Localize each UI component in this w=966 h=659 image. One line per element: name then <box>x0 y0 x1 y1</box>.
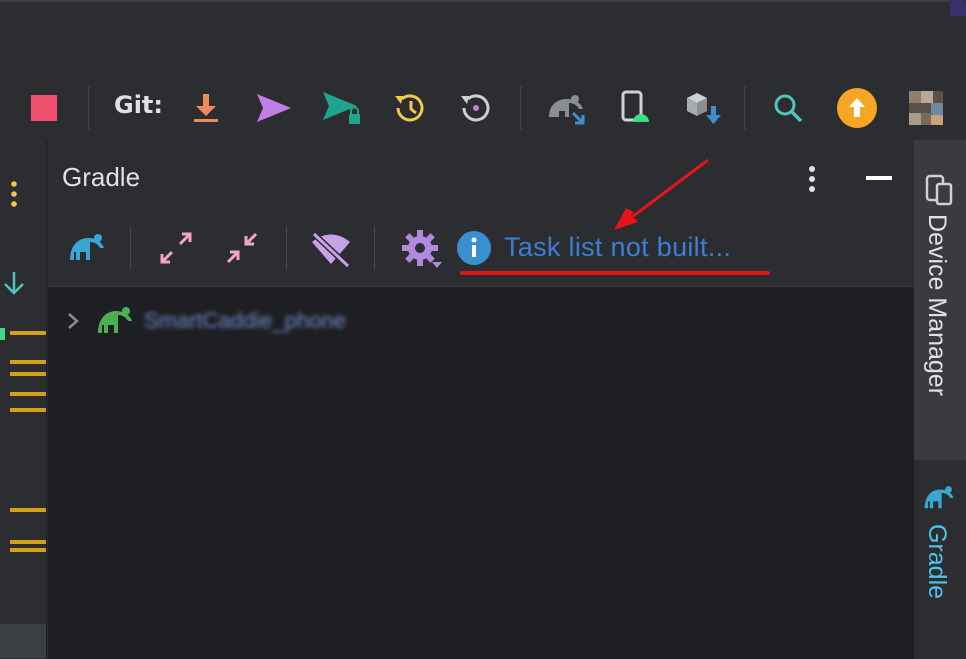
bookmarks-gutter <box>0 181 46 552</box>
tree-row-project[interactable]: SmartCaddie_phone <box>62 305 346 337</box>
git-push-icon <box>257 94 291 122</box>
toolbar-separator <box>130 226 131 270</box>
gradle-sync-icon <box>549 95 585 125</box>
expand-all-button[interactable] <box>158 230 194 270</box>
bookmark-line <box>10 508 46 512</box>
annotation-underline <box>460 271 770 275</box>
stop-button[interactable] <box>28 88 60 128</box>
device-manager-icon <box>925 174 953 206</box>
search-button[interactable] <box>770 88 806 128</box>
gradle-tab-label: Gradle <box>923 524 951 600</box>
search-icon <box>774 94 803 123</box>
bookmark-line <box>10 331 46 335</box>
gradle-project-icon <box>98 307 132 333</box>
toolbar-separator <box>520 86 521 130</box>
history-button[interactable] <box>390 88 430 128</box>
gear-icon <box>402 230 442 268</box>
gradle-sync-button[interactable] <box>544 88 590 128</box>
git-push-locked-icon <box>323 92 360 124</box>
window-edge <box>0 0 952 2</box>
scroll-down-icon <box>4 272 24 295</box>
minimize-icon <box>866 176 892 180</box>
project-name: SmartCaddie_phone <box>144 308 346 333</box>
bookmark-line <box>10 360 46 364</box>
more-dot <box>11 191 17 197</box>
stop-icon <box>31 95 57 121</box>
panel-title: Gradle <box>62 162 141 192</box>
bookmark-line <box>10 408 46 412</box>
more-vertical-icon <box>809 166 815 192</box>
gradle-tab[interactable]: Gradle <box>914 470 966 658</box>
sdk-manager-button[interactable] <box>682 88 724 128</box>
annotation-arrow <box>614 158 709 230</box>
expand-all-icon <box>160 232 192 264</box>
main-toolbar: Git: <box>0 76 966 140</box>
bookmark-line <box>10 372 46 376</box>
chevron-right-icon[interactable] <box>62 310 84 332</box>
update-icon <box>837 88 877 128</box>
gradle-elephant-icon <box>924 486 954 509</box>
git-push-locked-button[interactable] <box>320 88 364 128</box>
history-icon <box>395 94 424 122</box>
git-push-button[interactable] <box>254 88 294 128</box>
options-button[interactable] <box>802 162 822 198</box>
collapse-all-button[interactable] <box>224 230 260 270</box>
gradle-elephant-button[interactable] <box>68 230 108 270</box>
toolbar-separator <box>88 86 89 130</box>
more-dot <box>11 201 17 207</box>
git-update-button[interactable] <box>188 88 224 128</box>
gradle-elephant-icon <box>70 234 104 260</box>
device-manager-button[interactable] <box>616 88 656 128</box>
info-icon-wrap <box>456 230 492 270</box>
gradle-settings-button[interactable] <box>400 228 444 274</box>
change-marker <box>0 328 5 340</box>
collapse-all-icon <box>226 232 258 264</box>
bookmark-line <box>10 548 46 552</box>
update-button[interactable] <box>836 88 878 128</box>
sdk-manager-icon <box>687 93 721 124</box>
rollback-icon <box>461 94 490 122</box>
more-dot <box>11 181 17 187</box>
git-update-icon <box>194 94 218 122</box>
bookmark-line <box>10 392 46 396</box>
desktop-corner <box>950 0 966 16</box>
toolbar-separator <box>744 86 745 130</box>
offline-mode-icon <box>311 231 351 269</box>
device-manager-label: Device Manager <box>923 214 951 397</box>
toggle-offline-button[interactable] <box>310 230 352 272</box>
gradle-project-tree[interactable]: SmartCaddie_phone <box>48 286 914 659</box>
avatar[interactable] <box>908 88 944 128</box>
rollback-button[interactable] <box>456 88 496 128</box>
avatar-image <box>909 91 943 125</box>
toolbar-separator <box>374 226 375 270</box>
git-label: Git: <box>114 91 163 119</box>
left-tool-stripe <box>0 140 47 658</box>
hide-button[interactable] <box>864 170 894 190</box>
toolbar-separator <box>286 226 287 270</box>
device-manager-tab[interactable]: Device Manager <box>914 140 966 460</box>
gradle-tool-window: Gradle Task list not built... SmartCaddi… <box>48 140 914 659</box>
device-manager-icon <box>621 90 649 122</box>
bookmark-line <box>10 540 46 544</box>
left-stripe-bottom <box>0 624 46 658</box>
info-icon <box>457 231 491 265</box>
